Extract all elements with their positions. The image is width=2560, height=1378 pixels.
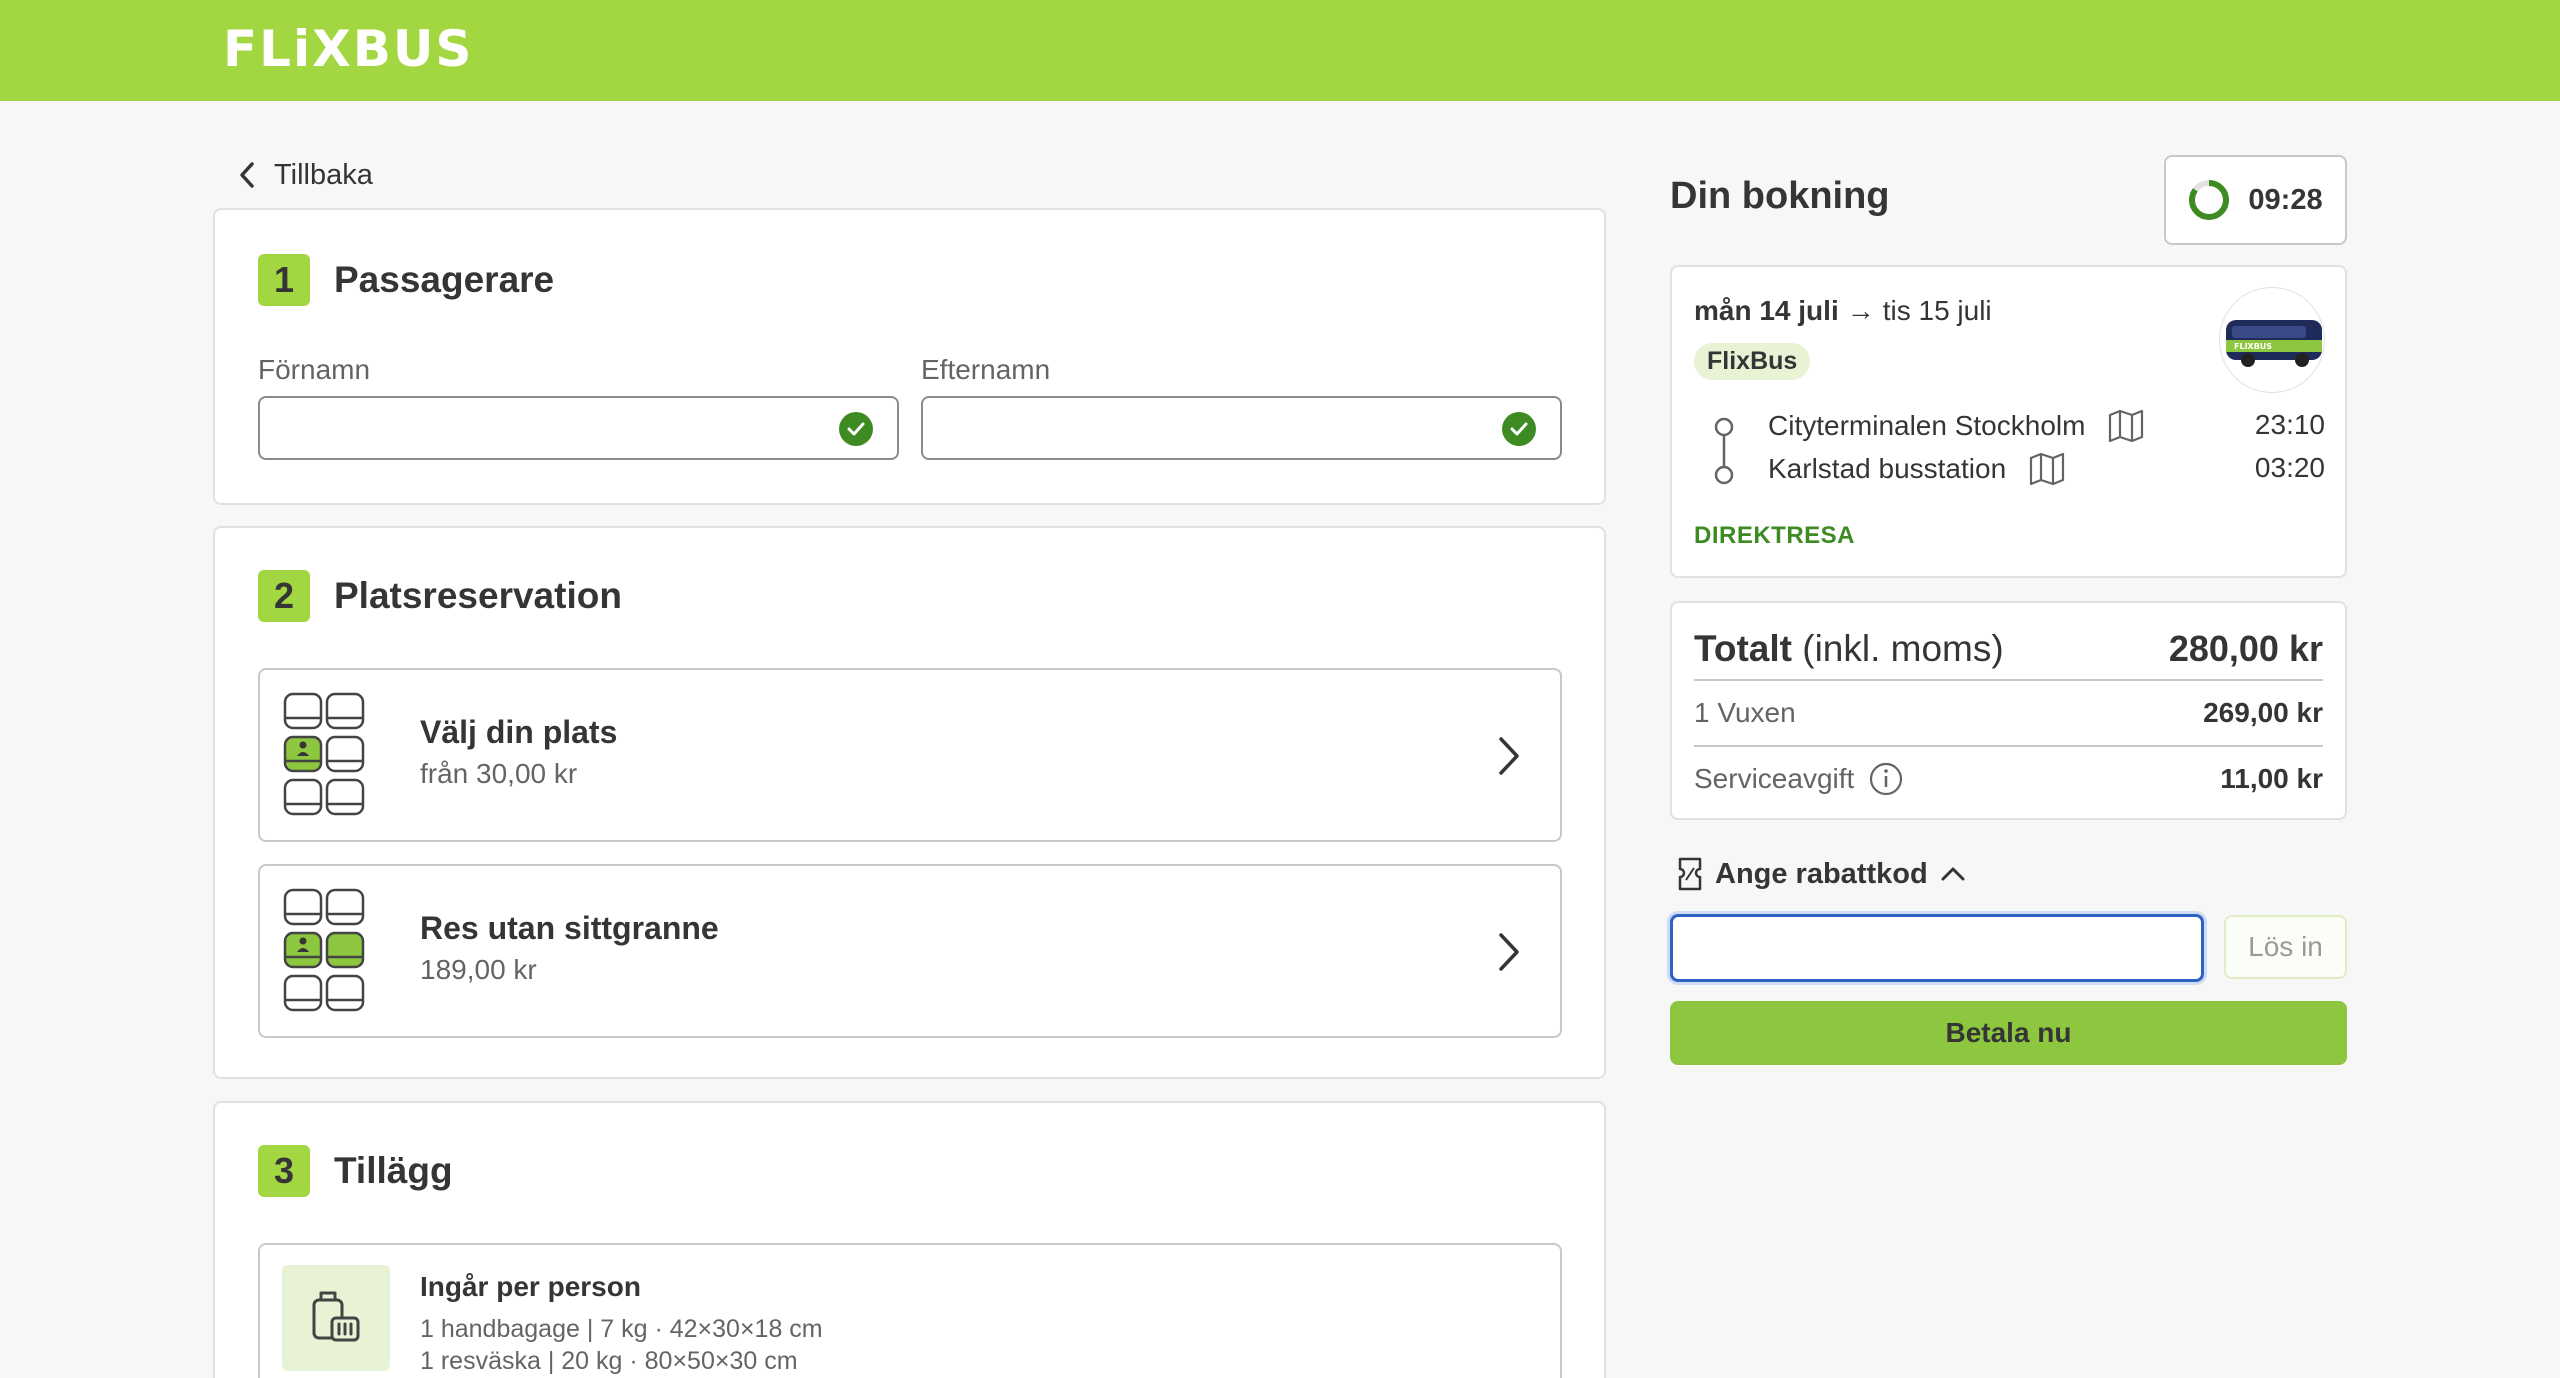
step-number: 2 [258,570,310,622]
chevron-up-icon [1941,867,1965,881]
check-icon [839,412,873,446]
arrival-date: tis 15 juli [1882,295,1992,326]
trip-type-label: DIREKTRESA [1694,522,1856,549]
included-title: Ingår per person [420,1271,641,1302]
booking-title: Din bokning [1670,175,1890,217]
trip-summary-card: mån 14 juli → tis 15 juli FlixBus FLIXBU… [1670,265,2347,578]
section-title: Platsreservation [334,575,622,616]
price-item-label: 1 Vuxen [1694,697,1796,728]
arrival-stop-name: Karlstad busstation [1768,453,2007,484]
price-item-row: Serviceavgift 11,00 kr [1694,757,2323,801]
bus-logo-text: FLIXBUS [2234,342,2272,351]
pay-now-button[interactable]: Betala nu [1670,1001,2347,1065]
choose-seat-option[interactable]: Välj din plats från 30,00 kr [258,668,1562,842]
total-value: 280,00 kr [2168,628,2323,669]
option-price: från 30,00 kr [420,758,578,789]
price-item-value: 11,00 kr [2220,763,2323,794]
passenger-heading: 1 Passagerare [258,254,554,306]
price-item-label: Serviceavgift [1694,763,1855,794]
chevron-right-icon [1499,737,1519,775]
bus-image: FLIXBUS [2219,287,2325,393]
seat-map-icon [283,888,365,1012]
price-item-value: 269,00 kr [2203,697,2323,728]
chevron-right-icon [1499,933,1519,971]
top-bar: FLiXBUS [0,0,2560,101]
option-price: 189,00 kr [420,954,537,985]
flixbus-logo[interactable]: FLiXBUS [223,20,473,78]
service-fee-label-group: Serviceavgift [1694,761,1904,797]
back-link[interactable]: Tillbaka [238,155,373,195]
coupon-icon [1678,857,1702,891]
suitcase-line: 1 resväska | 20 kg · 80×50×30 cm [420,1347,798,1375]
travel-without-neighbour-option[interactable]: Res utan sittgranne 189,00 kr [258,864,1562,1038]
back-label: Tillbaka [274,158,373,191]
section-title: Passagerare [334,259,555,300]
first-name-label: Förnamn [258,354,371,385]
price-item-row: 1 Vuxen 269,00 kr [1694,693,2323,733]
info-icon[interactable] [1868,761,1904,797]
included-luggage-box: Ingår per person 1 handbagage | 7 kg · 4… [258,1243,1562,1378]
route-line-icon [1714,417,1734,485]
coupon-code-input[interactable] [1670,914,2204,982]
luggage-icon [282,1265,390,1371]
booking-timer: 09:28 [2164,155,2347,245]
price-summary-card: Totalt (inkl. moms) 280,00 kr 1 Vuxen 26… [1670,601,2347,820]
seat-reservation-section: 2 Platsreservation Välj din plats från 3… [213,526,1606,1079]
arrival-stop: Karlstad busstation [1768,452,2066,486]
step-number: 3 [258,1145,310,1197]
option-title: Välj din plats [420,714,618,750]
last-name-field[interactable] [921,396,1562,460]
total-label-rest: (inkl. moms) [1791,628,2004,669]
total-row: Totalt (inkl. moms) 280,00 kr [1694,621,2323,677]
last-name-label: Efternamn [921,354,1051,385]
departure-time: 23:10 [2254,409,2325,440]
section-title: Tillägg [334,1150,453,1191]
passenger-section: 1 Passagerare Förnamn Efternamn [213,208,1606,505]
coupon-toggle[interactable]: Ange rabattkod [1677,856,1966,892]
divider [1694,679,2323,681]
divider [1694,745,2323,747]
hand-luggage-line: 1 handbagage | 7 kg · 42×30×18 cm [420,1315,823,1343]
coupon-toggle-label: Ange rabattkod [1715,857,1928,890]
step-number: 1 [258,254,310,306]
departure-stop: Cityterminalen Stockholm [1768,409,2145,443]
seat-map-icon [283,692,365,816]
map-icon[interactable] [2028,452,2066,486]
chevron-left-icon [240,162,254,188]
seat-heading: 2 Platsreservation [258,570,622,622]
check-icon [1502,412,1536,446]
redeem-button[interactable]: Lös in [2224,915,2347,979]
map-icon[interactable] [2107,409,2145,443]
addons-heading: 3 Tillägg [258,1145,453,1197]
arrow-right-icon: → [1846,295,1875,326]
option-title: Res utan sittgranne [420,910,719,946]
arrival-time: 03:20 [2254,452,2325,483]
departure-date: mån 14 juli [1694,295,1839,326]
timer-value: 09:28 [2248,183,2323,216]
trip-dates: mån 14 juli → tis 15 juli [1694,295,1992,327]
timer-ring-icon [2189,180,2230,220]
addons-section: 3 Tillägg Ingår per person 1 handbagage … [213,1101,1606,1378]
total-label-bold: Totalt [1694,628,1792,669]
first-name-field[interactable] [258,396,899,460]
departure-stop-name: Cityterminalen Stockholm [1768,410,2086,441]
total-label: Totalt (inkl. moms) [1694,628,2004,670]
operator-badge: FlixBus [1694,343,1811,380]
